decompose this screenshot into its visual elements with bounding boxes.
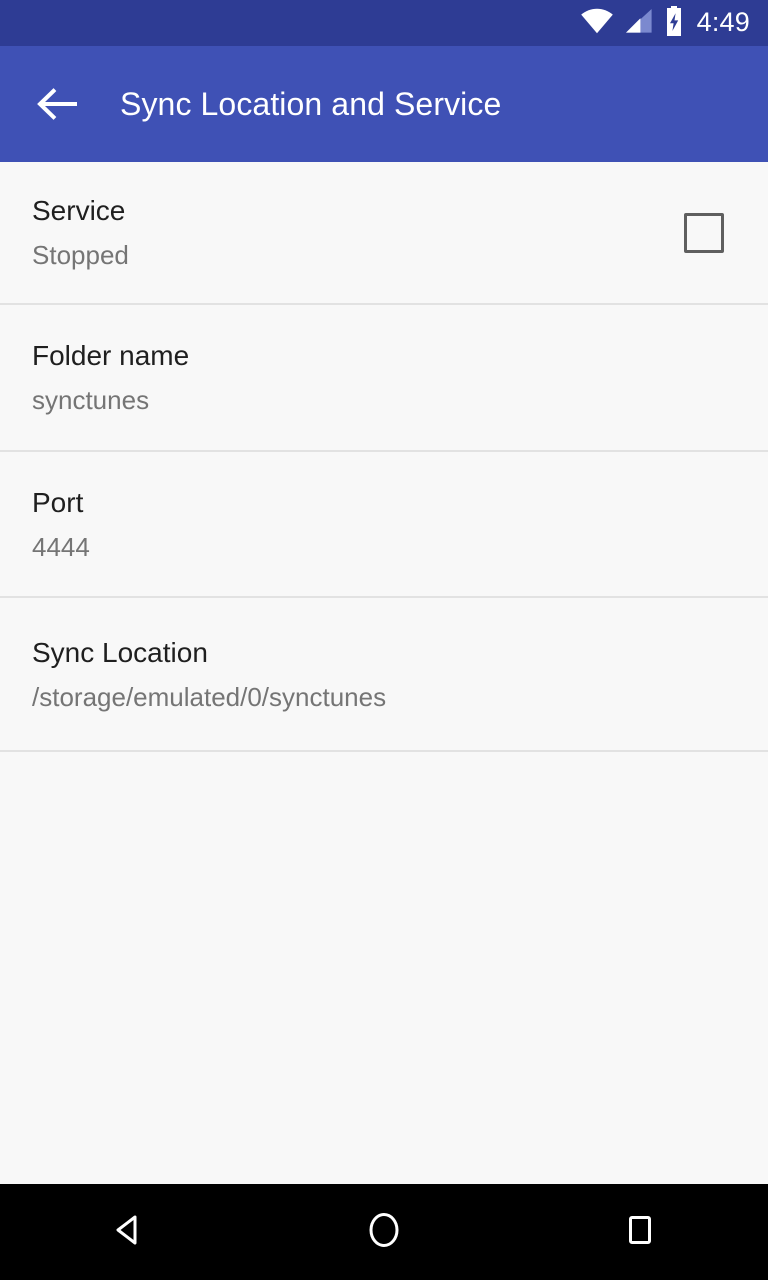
list-item-text: Port 4444 xyxy=(32,486,736,562)
list-item-service[interactable]: Service Stopped xyxy=(0,162,768,305)
list-item-accessory xyxy=(684,212,736,253)
status-bar-icons xyxy=(580,5,684,41)
list-item-title: Service xyxy=(32,195,126,226)
home-nav-icon xyxy=(364,1210,404,1255)
battery-charging-icon xyxy=(664,5,684,41)
list-item-text: Folder name synctunes xyxy=(32,340,736,415)
list-item-sync-location[interactable]: Sync Location /storage/emulated/0/synctu… xyxy=(0,598,768,752)
back-arrow-icon[interactable] xyxy=(28,76,84,132)
list-item-port[interactable]: Port 4444 xyxy=(0,452,768,598)
settings-list: Service Stopped Folder name synctunes Po… xyxy=(0,162,768,1184)
list-item-title: Folder name xyxy=(32,340,190,371)
list-item-subtitle: Stopped xyxy=(32,240,129,270)
list-item-title: Sync Location xyxy=(32,636,208,668)
list-item-subtitle: /storage/emulated/0/synctunes xyxy=(32,681,387,712)
list-item-title: Port xyxy=(32,486,84,518)
list-item-subtitle: 4444 xyxy=(32,531,90,562)
navigation-bar xyxy=(0,1184,768,1280)
back-nav-button[interactable] xyxy=(0,1184,256,1280)
status-bar-clock: 4:49 xyxy=(696,6,750,37)
list-item-folder-name[interactable]: Folder name synctunes xyxy=(0,305,768,452)
app-bar: Sync Location and Service xyxy=(0,46,768,162)
service-checkbox[interactable] xyxy=(684,212,724,253)
recents-nav-button[interactable] xyxy=(512,1184,768,1280)
list-item-text: Service Stopped xyxy=(32,195,668,270)
page-title: Sync Location and Service xyxy=(120,85,502,122)
list-item-text: Sync Location /storage/emulated/0/synctu… xyxy=(32,636,736,712)
home-nav-button[interactable] xyxy=(256,1184,512,1280)
wifi-icon xyxy=(580,8,614,39)
recents-nav-icon xyxy=(620,1210,660,1255)
cellular-signal-icon xyxy=(625,8,653,39)
android-screen: 4:49 Sync Location and Service Service S… xyxy=(0,0,768,1280)
back-nav-icon xyxy=(108,1210,148,1255)
list-item-subtitle: synctunes xyxy=(32,385,150,415)
status-bar: 4:49 xyxy=(0,0,768,46)
